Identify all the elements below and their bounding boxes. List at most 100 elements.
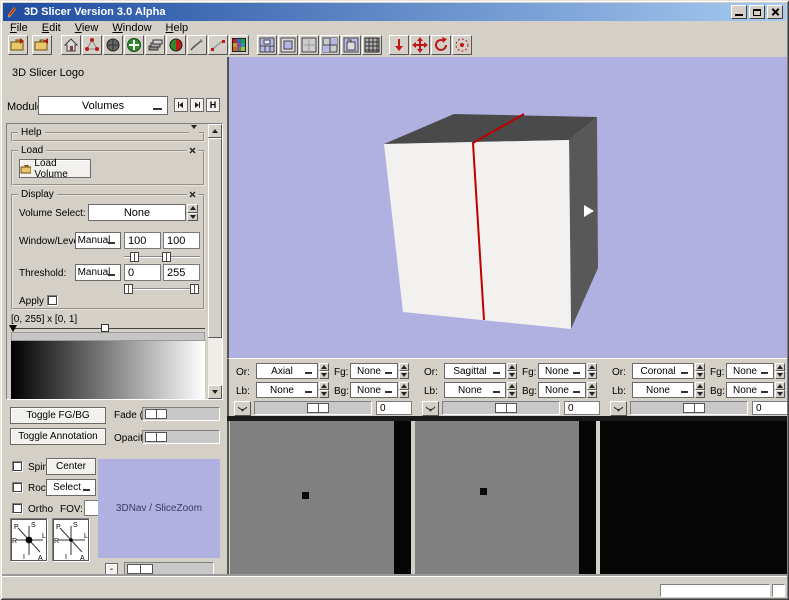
window-level-range-slider[interactable] xyxy=(124,252,200,262)
slice-offset-entry[interactable]: 0 xyxy=(564,401,600,415)
window-level-mode-menubutton[interactable]: Manual xyxy=(75,232,121,249)
fg-spinner[interactable] xyxy=(587,363,597,379)
menu-file[interactable]: File xyxy=(3,22,35,34)
mouse-pick-button[interactable] xyxy=(389,35,409,55)
spinner-up-icon[interactable] xyxy=(187,204,198,213)
fg-menubutton[interactable]: None xyxy=(726,363,774,379)
bg-menubutton[interactable]: None xyxy=(726,382,774,398)
opacity-slider[interactable] xyxy=(142,430,220,444)
fg-spinner[interactable] xyxy=(399,363,409,379)
import-scene-button[interactable] xyxy=(32,35,52,55)
apply-checkbox[interactable] xyxy=(47,295,58,306)
spinner-down-icon[interactable] xyxy=(187,213,198,222)
fg-menubutton[interactable]: None xyxy=(538,363,586,379)
nav-minus-button[interactable]: - xyxy=(105,563,118,576)
bg-spinner[interactable] xyxy=(399,382,409,398)
rock-checkbox[interactable] xyxy=(12,482,23,493)
orientation-spinner[interactable] xyxy=(319,363,329,379)
resize-grip[interactable] xyxy=(772,584,785,597)
menu-window[interactable]: Window xyxy=(105,22,158,34)
label-map-menubutton[interactable]: None xyxy=(444,382,506,398)
bg-spinner[interactable] xyxy=(775,382,785,398)
modules-menubutton[interactable]: Volumes xyxy=(38,96,168,115)
transforms-module-button[interactable] xyxy=(124,35,144,55)
rock-select-menubutton[interactable]: Select xyxy=(46,479,96,496)
slice-offset-entry[interactable]: 0 xyxy=(376,401,412,415)
volumes-module-button[interactable] xyxy=(145,35,165,55)
slice-offset-entry[interactable]: 0 xyxy=(752,401,788,415)
orientation-menubutton[interactable]: Axial xyxy=(256,363,318,379)
module-history-button[interactable]: H xyxy=(206,98,220,112)
layout-3d-only-button[interactable] xyxy=(278,35,298,55)
nav-slicezoom-view[interactable]: 3DNav / SliceZoom xyxy=(98,459,220,558)
layout-tabbed-button[interactable] xyxy=(341,35,361,55)
colors-module-button[interactable] xyxy=(229,35,249,55)
menu-edit[interactable]: Edit xyxy=(35,22,68,34)
label-map-menubutton[interactable]: None xyxy=(632,382,694,398)
slider-handle[interactable] xyxy=(127,564,153,574)
mouse-rotate-button[interactable] xyxy=(431,35,451,55)
toggle-annotation-button[interactable]: Toggle Annotation xyxy=(10,428,106,445)
slider-handle[interactable] xyxy=(683,403,705,413)
slider-handle[interactable] xyxy=(145,432,167,442)
label-map-spinner[interactable] xyxy=(695,382,705,398)
orientation-menubutton[interactable]: Sagittal xyxy=(444,363,506,379)
help-expand-button[interactable] xyxy=(189,130,199,140)
bg-menubutton[interactable]: None xyxy=(538,382,586,398)
range-handle-high[interactable] xyxy=(162,252,171,262)
slice-visibility-button[interactable] xyxy=(234,401,251,416)
minimize-button[interactable] xyxy=(731,5,747,19)
tf-point-marker-icon[interactable] xyxy=(9,325,17,332)
load-scene-button[interactable] xyxy=(8,35,28,55)
close-button[interactable] xyxy=(767,5,783,19)
menu-help[interactable]: Help xyxy=(159,22,196,34)
volume-select-spinner[interactable] xyxy=(187,204,198,221)
measurements-module-button[interactable] xyxy=(208,35,228,55)
range-handle-high[interactable] xyxy=(190,284,199,294)
slider-handle[interactable] xyxy=(145,409,167,419)
display-section-close-button[interactable] xyxy=(187,191,198,201)
load-volume-button[interactable]: Load Volume xyxy=(19,159,91,178)
sagittal-slice-margin[interactable] xyxy=(579,421,596,575)
load-section-close-button[interactable] xyxy=(187,147,198,157)
module-scrollbar[interactable] xyxy=(208,124,222,399)
spin-checkbox[interactable] xyxy=(12,461,23,472)
orientation-spinner[interactable] xyxy=(507,363,517,379)
axis-orientation-widget[interactable]: SI RL PA xyxy=(10,518,48,562)
fg-spinner[interactable] xyxy=(775,363,785,379)
range-handle-low[interactable] xyxy=(124,284,133,294)
fiducials-module-button[interactable] xyxy=(82,35,102,55)
viewport-3d[interactable] xyxy=(227,57,787,358)
maximize-button[interactable] xyxy=(749,5,765,19)
models-module-button[interactable] xyxy=(166,35,186,55)
range-handle-low[interactable] xyxy=(130,252,139,262)
scroll-up-button[interactable] xyxy=(208,124,222,138)
slider-handle[interactable] xyxy=(307,403,329,413)
slider-handle[interactable] xyxy=(495,403,517,413)
orientation-menubutton[interactable]: Coronal xyxy=(632,363,694,379)
layout-four-up-button[interactable] xyxy=(299,35,319,55)
slice-offset-slider[interactable] xyxy=(254,401,372,415)
volume-select-menubutton[interactable]: None xyxy=(88,204,186,221)
coronal-slice-view[interactable] xyxy=(600,421,787,575)
fade-slider[interactable] xyxy=(142,407,220,421)
slice-offset-slider[interactable] xyxy=(442,401,560,415)
module-forward-button[interactable] xyxy=(190,98,204,112)
ortho-checkbox[interactable] xyxy=(12,503,23,514)
axial-slice-margin[interactable] xyxy=(394,421,411,575)
scrollbar-thumb[interactable] xyxy=(208,138,222,338)
slice-offset-slider[interactable] xyxy=(630,401,748,415)
threshold-high-entry[interactable]: 255 xyxy=(163,264,200,281)
axial-slice-view[interactable] xyxy=(230,421,394,575)
layout-lightbox-button[interactable] xyxy=(362,35,382,55)
data-module-button[interactable] xyxy=(103,35,123,55)
menu-view[interactable]: View xyxy=(68,22,106,34)
orientation-spinner[interactable] xyxy=(695,363,705,379)
bg-spinner[interactable] xyxy=(587,382,597,398)
label-map-menubutton[interactable]: None xyxy=(256,382,318,398)
mouse-translate-button[interactable] xyxy=(410,35,430,55)
level-entry[interactable]: 100 xyxy=(163,232,200,249)
center-button[interactable]: Center xyxy=(46,458,96,475)
module-back-button[interactable] xyxy=(174,98,188,112)
label-map-spinner[interactable] xyxy=(507,382,517,398)
